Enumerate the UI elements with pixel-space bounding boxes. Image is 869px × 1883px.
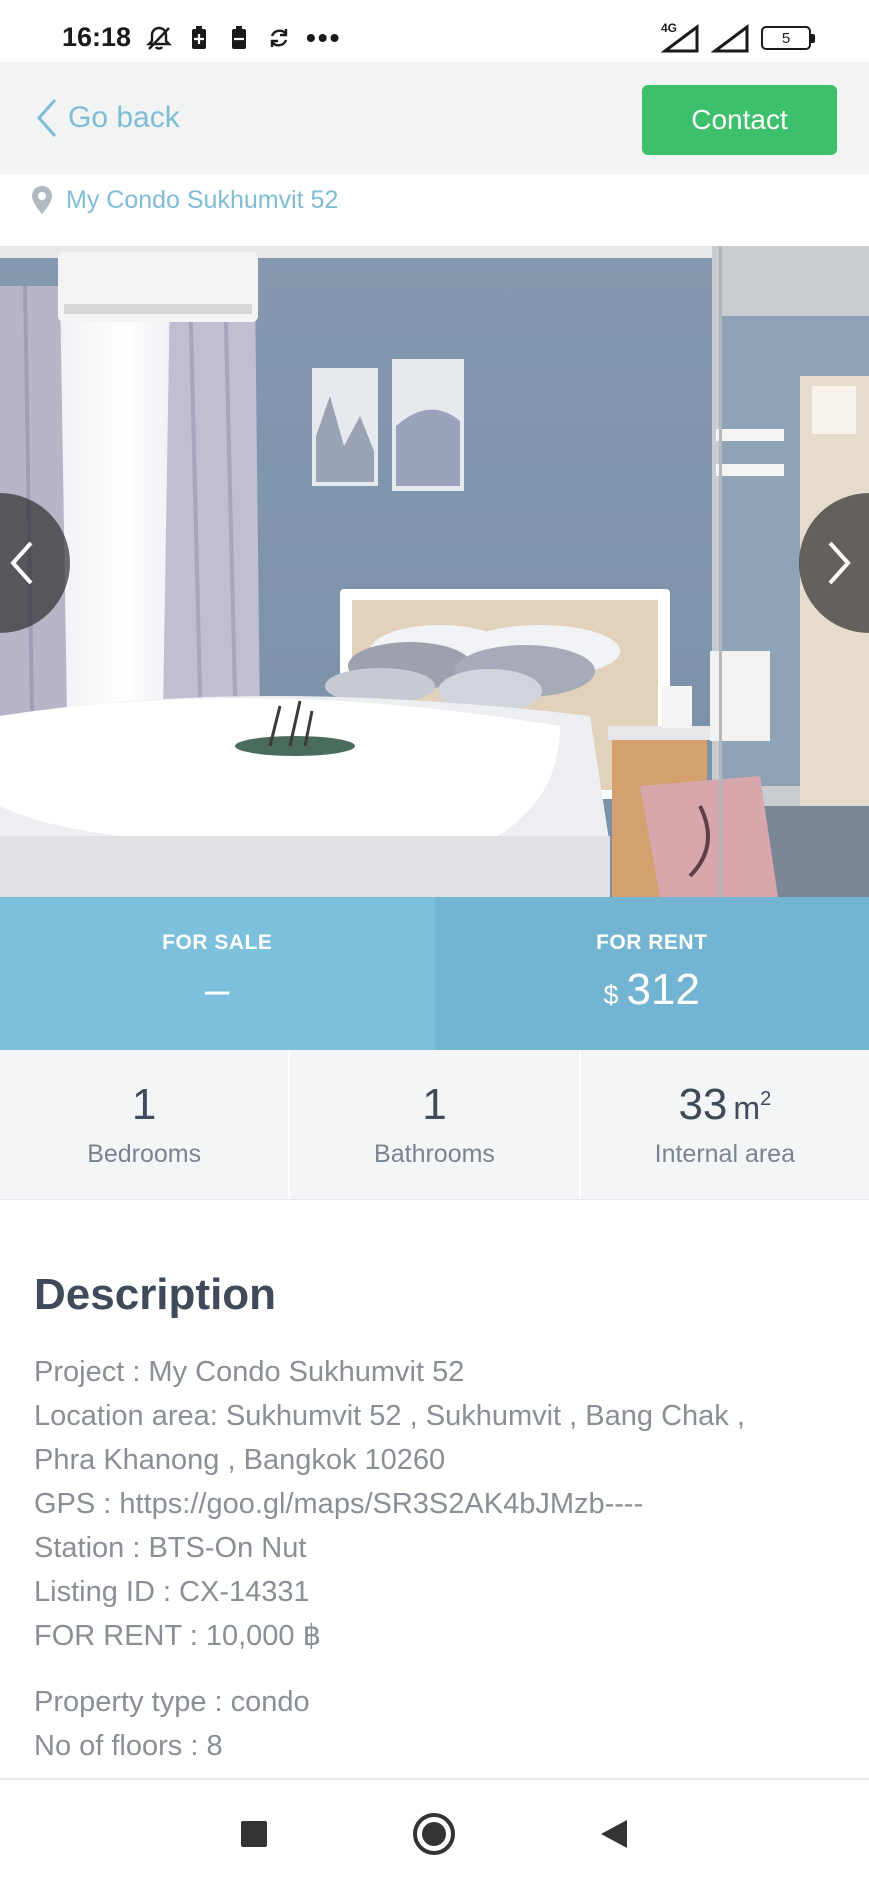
home-circle-icon (413, 1813, 455, 1855)
recents-button[interactable] (228, 1808, 280, 1860)
rent-label: FOR RENT (596, 930, 708, 954)
go-back-button[interactable]: Go back (36, 88, 180, 148)
location-name: My Condo Sukhumvit 52 (66, 185, 339, 214)
description-line: Property type : condo (34, 1686, 310, 1718)
go-back-label: Go back (68, 101, 180, 134)
area-label: Internal area (654, 1140, 795, 1168)
battery-saver-icon (186, 24, 212, 52)
status-bar: 16:18 ••• 4G 5 (0, 0, 869, 62)
rent-price: FOR RENT $ 312 (434, 897, 869, 1050)
area-unit-base: m (733, 1090, 761, 1126)
status-time: 16:18 (62, 22, 132, 52)
battery-icon: 5 (761, 26, 815, 50)
battery-saver-icon (226, 24, 252, 52)
app-header: Go back Contact (0, 62, 869, 174)
cellular-signal-icon: 4G (661, 21, 701, 53)
mute-icon (146, 24, 172, 52)
sale-value: – (205, 964, 230, 1014)
home-button[interactable] (408, 1808, 460, 1860)
area-unit-exponent: 2 (760, 1088, 772, 1110)
map-pin-icon (32, 186, 52, 214)
area-unit: m2 (733, 1088, 771, 1127)
status-icons: ••• (146, 22, 341, 54)
stat-internal-area: 33 m2 Internal area (581, 1050, 869, 1199)
area-value-row: 33 m2 (678, 1080, 771, 1134)
location-row[interactable]: My Condo Sukhumvit 52 (30, 176, 338, 224)
description-line: Station : BTS-On Nut (34, 1532, 307, 1564)
chevron-left-icon (10, 541, 33, 585)
description-line: Listing ID : CX-14331 (34, 1576, 310, 1608)
description-section: Description Project : My Condo Sukhumvit… (34, 1270, 834, 1778)
sync-icon (266, 24, 292, 52)
battery-level: 5 (781, 29, 791, 47)
photo-gallery[interactable] (0, 246, 869, 897)
stat-bathrooms: 1 Bathrooms (290, 1050, 581, 1199)
description-line: No of floors : 8 (34, 1730, 223, 1762)
bedrooms-value: 1 (131, 1080, 157, 1129)
rent-currency: $ (603, 979, 619, 1010)
property-stats: 1 Bedrooms 1 Bathrooms 33 m2 Internal ar… (0, 1050, 869, 1200)
rent-value: $ 312 (604, 965, 700, 1017)
bedrooms-label: Bedrooms (87, 1140, 202, 1168)
chevron-right-icon (828, 541, 851, 585)
system-nav-bar (0, 1778, 869, 1883)
description-line: Project : My Condo Sukhumvit 52 (34, 1356, 465, 1388)
area-value: 33 (678, 1080, 728, 1129)
description-line: FOR RENT : 10,000 ฿ (34, 1620, 322, 1652)
triangle-back-icon (601, 1820, 627, 1848)
bathrooms-label: Bathrooms (374, 1140, 495, 1168)
sale-price: FOR SALE – (0, 897, 435, 1050)
description-heading: Description (34, 1270, 277, 1319)
price-bar: FOR SALE – FOR RENT $ 312 (0, 897, 869, 1050)
bathrooms-value: 1 (422, 1080, 447, 1129)
more-icon: ••• (306, 22, 342, 53)
sale-label: FOR SALE (162, 930, 273, 954)
stat-bedrooms: 1 Bedrooms (0, 1050, 291, 1199)
contact-button[interactable]: Contact (642, 85, 837, 155)
cellular-signal-icon (711, 23, 751, 53)
square-icon (241, 1821, 267, 1847)
chevron-left-icon (36, 99, 57, 137)
description-line: Location area: Sukhumvit 52 , Sukhumvit … (34, 1400, 745, 1432)
description-line: Phra Khanong , Bangkok 10260 (34, 1444, 446, 1476)
description-line: GPS : https://goo.gl/maps/SR3S2AK4bJMzb-… (34, 1488, 644, 1520)
bedroom-photo (0, 246, 869, 897)
rent-amount: 312 (626, 964, 700, 1014)
status-right: 4G 5 (661, 21, 815, 54)
back-button[interactable] (588, 1808, 640, 1860)
